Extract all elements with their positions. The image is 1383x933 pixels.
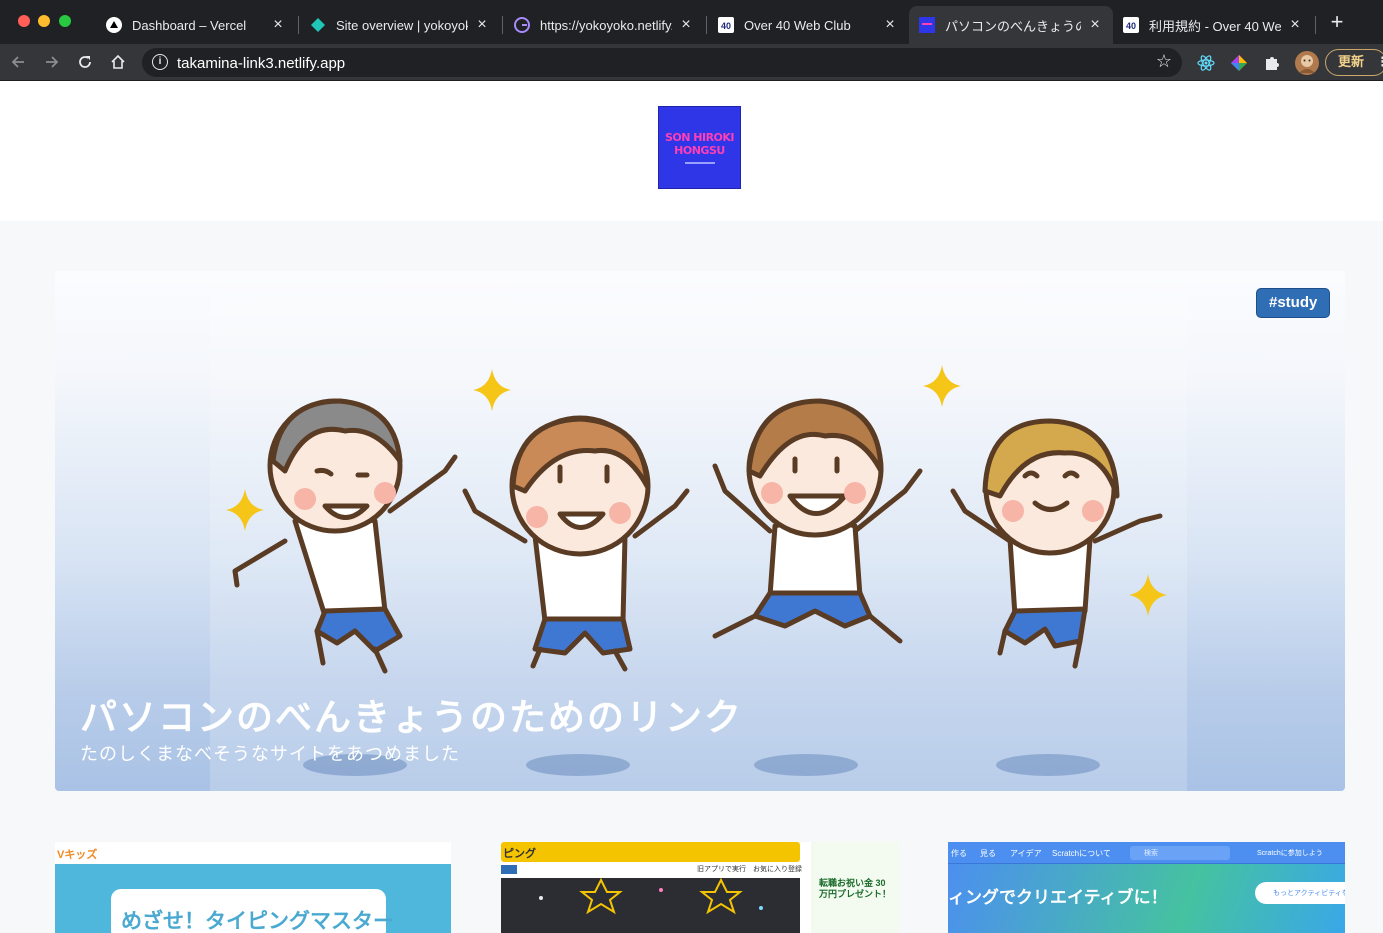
reload-icon: [79, 56, 91, 68]
card-side-ad: 転職お祝い金 30万円プレゼント！: [811, 842, 899, 933]
close-icon[interactable]: ×: [882, 17, 898, 33]
card-subnav-text: 旧アプリで実行 お気に入り登録: [697, 866, 802, 873]
card-nav-item: 作る: [951, 849, 967, 858]
card-header: Vキッズ: [55, 842, 451, 864]
svg-text:40: 40: [721, 21, 731, 31]
card-search-box: 検索: [1130, 846, 1230, 860]
vercel-icon: [106, 17, 122, 33]
logo-line-1: SON HIROKI: [664, 131, 735, 144]
stars-decoration: [539, 877, 763, 915]
card-nav-item: 見る: [980, 849, 996, 858]
card-nav-item: Scratchについて: [1052, 849, 1111, 858]
browser-toolbar: i takamina-link3.netlify.app ☆ 更新 ⋮: [0, 44, 1383, 81]
site-logo[interactable]: SON HIROKI HONGSU: [658, 106, 741, 189]
site-header: SON HIROKI HONGSU: [0, 81, 1383, 221]
tab-label: Site overview | yokoyoko: [336, 17, 468, 33]
home-button[interactable]: [106, 50, 130, 74]
card-search-placeholder: 検索: [1144, 850, 1158, 857]
home-icon: [111, 54, 125, 69]
hero-card[interactable]: #study パソコンのべんきょうのためのリンク たのしくまなべそうなサイトをあ…: [55, 271, 1345, 791]
card-header: ピング: [501, 842, 800, 862]
card-side-ad-text: 転職お祝い金 30万円プレゼント！: [819, 878, 892, 899]
tab-separator: [706, 16, 707, 34]
extensions-puzzle-icon[interactable]: [1262, 53, 1282, 73]
card-headline: ィングでクリエイティブに！: [948, 888, 1168, 907]
tab-separator: [1315, 16, 1316, 34]
tab-label: 利用規約 - Over 40 Web Club: [1149, 18, 1281, 34]
more-menu-icon[interactable]: ⋮: [1376, 50, 1383, 74]
tab-over40[interactable]: 40 Over 40 Web Club ×: [708, 6, 908, 44]
card-thumbnail: [501, 877, 800, 933]
window-close-button[interactable]: [18, 15, 30, 27]
tab-netlify[interactable]: Site overview | yokoyoko ×: [300, 6, 500, 44]
tag-badge[interactable]: #study: [1256, 288, 1331, 318]
bookmark-star-icon[interactable]: ☆: [1156, 51, 1172, 72]
profile-avatar[interactable]: [1295, 51, 1319, 75]
browser-tab-bar: Dashboard – Vercel × Site overview | yok…: [0, 0, 1383, 44]
tab-yokoyoko[interactable]: https://yokoyoko.netlify.app ×: [504, 6, 704, 44]
link-card-typing[interactable]: Vキッズ めざせ！タイピングマスター: [55, 842, 451, 933]
tab-label: Dashboard – Vercel: [132, 17, 247, 33]
react-devtools-icon[interactable]: [1196, 53, 1216, 73]
tab-label: https://yokoyoko.netlify.app: [540, 17, 672, 33]
card-nav: 作る 見る アイデア Scratchについて 検索 Scratchに参加しよう: [948, 842, 1345, 864]
reload-button[interactable]: [73, 50, 97, 74]
link-card-typing-game[interactable]: ピング 旧アプリで実行 お気に入り登録 転職お祝い金 30万円プレゼント！: [501, 842, 899, 933]
card-cta-label: もっとアクティビティを: [1273, 890, 1345, 897]
address-bar[interactable]: i takamina-link3.netlify.app ☆: [142, 48, 1182, 77]
close-icon[interactable]: ×: [1087, 17, 1103, 33]
logo-underline: [684, 162, 715, 164]
close-icon[interactable]: ×: [270, 17, 286, 33]
url-text[interactable]: takamina-link3.netlify.app: [177, 55, 345, 72]
arrow-right-icon: [46, 56, 59, 68]
card-site-name: Vキッズ: [57, 849, 98, 861]
card-headline-box: めざせ！タイピングマスター: [111, 889, 394, 933]
close-icon[interactable]: ×: [474, 17, 490, 33]
card-nav-item: アイデア: [1010, 849, 1042, 858]
over40-icon: 40: [1123, 17, 1139, 33]
tab-label: パソコンのべんきょうのためのリンク: [945, 18, 1081, 34]
back-button[interactable]: [6, 50, 30, 74]
gatsby-icon: [514, 17, 530, 33]
link-card-scratch[interactable]: 作る 見る アイデア Scratchについて 検索 Scratchに参加しよう …: [948, 842, 1345, 933]
colorful-extension-icon[interactable]: [1229, 53, 1249, 73]
close-icon[interactable]: ×: [1287, 17, 1303, 33]
card-cta-button: もっとアクティビティを: [1255, 882, 1345, 904]
card-subnav-badge: [501, 865, 517, 874]
netlify-icon: [310, 17, 326, 33]
logo-line-2: HONGSU: [674, 144, 725, 157]
window-minimize-button[interactable]: [38, 15, 50, 27]
update-button[interactable]: 更新 ⋮: [1325, 49, 1383, 76]
card-site-name: ピング: [503, 848, 536, 860]
forward-button[interactable]: [40, 50, 64, 74]
card-headline: めざせ！タイピングマスター: [121, 910, 394, 933]
card-nav-join: Scratchに参加しよう: [1257, 850, 1323, 857]
hero-subtitle: たのしくまなべそうなサイトをあつめました: [80, 744, 460, 764]
hero-title: パソコンのべんきょうのためのリンク: [80, 697, 743, 738]
tab-current[interactable]: パソコンのべんきょうのためのリンク ×: [909, 6, 1113, 44]
tab-separator: [298, 16, 299, 34]
svg-text:40: 40: [1126, 21, 1136, 31]
window-zoom-button[interactable]: [59, 15, 71, 27]
card-subnav: 旧アプリで実行 お気に入り登録: [501, 864, 802, 876]
tab-label: Over 40 Web Club: [744, 17, 851, 33]
arrow-left-icon: [11, 56, 24, 68]
close-icon[interactable]: ×: [678, 17, 694, 33]
tab-terms[interactable]: 40 利用規約 - Over 40 Web Club ×: [1113, 6, 1313, 44]
tab-vercel[interactable]: Dashboard – Vercel ×: [96, 6, 296, 44]
site-favicon: [919, 17, 935, 33]
new-tab-button[interactable]: +: [1326, 11, 1348, 34]
tab-separator: [502, 16, 503, 34]
info-icon[interactable]: i: [152, 54, 168, 70]
update-label: 更新: [1338, 54, 1365, 69]
over40-icon: 40: [718, 17, 734, 33]
